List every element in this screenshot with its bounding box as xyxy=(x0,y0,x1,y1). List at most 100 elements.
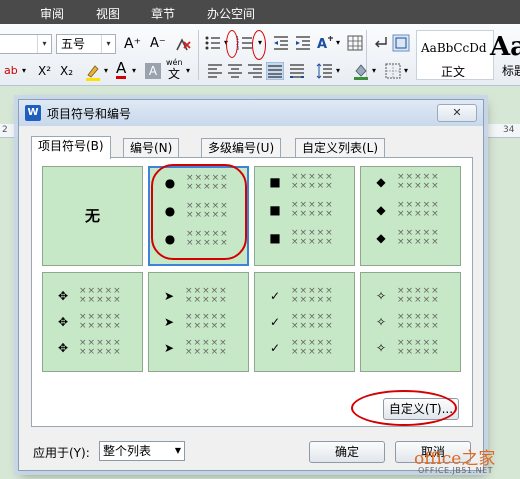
subscript-button[interactable]: X₂ xyxy=(60,62,73,80)
placeholder-text: ××××× ××××× xyxy=(397,338,440,357)
style-heading[interactable]: Aa 标题 xyxy=(486,30,520,80)
placeholder-text: ××××× ××××× xyxy=(291,312,334,331)
decrease-indent-icon[interactable] xyxy=(272,34,290,52)
bullet-option-arrowhead[interactable]: ➤ ××××× ××××× ➤ ××××× ××××× ➤ ××××× ××××× xyxy=(148,272,249,372)
placeholder-text: ××××× ××××× xyxy=(185,286,228,305)
bullet-symbol: ✧ xyxy=(375,315,387,329)
bullet-symbol: ◆ xyxy=(376,231,386,245)
show-hide-icon[interactable] xyxy=(392,34,410,52)
bullet-list-icon[interactable] xyxy=(204,34,222,52)
bullet-gallery: 无 ● ××××× ××××× ● ××××× ××××× ● ××××× ××××× ■ ×… xyxy=(31,157,473,427)
bullet-option-none[interactable]: 无 xyxy=(42,166,143,266)
svg-text:A: A xyxy=(317,37,327,52)
tab-custom-list[interactable]: 自定义列表(L) xyxy=(295,138,386,158)
clear-format-icon[interactable] xyxy=(174,36,192,54)
border-icon[interactable] xyxy=(384,62,402,80)
bullet-symbol: ✧ xyxy=(375,289,387,303)
placeholder-text: ××××× ××××× xyxy=(79,286,122,305)
shrink-font-button[interactable]: A⁻ xyxy=(150,35,166,53)
style-normal[interactable]: AaBbCcDd 正文 xyxy=(416,30,494,80)
bullet-none-label: 无 xyxy=(84,207,100,225)
chevron-down-icon[interactable]: ▾ xyxy=(372,62,376,80)
text-direction-icon[interactable]: A xyxy=(316,34,334,52)
increase-indent-icon[interactable] xyxy=(294,34,312,52)
line-break-icon[interactable] xyxy=(372,34,390,52)
bullet-option-square[interactable]: ■ ××××× ××××× ■ ××××× ××××× ■ ××××× ××××× xyxy=(254,166,355,266)
bullet-option-check[interactable]: ✓ ××××× ××××× ✓ ××××× ××××× ✓ ××××× ××××× xyxy=(254,272,355,372)
ruler-number: 34 xyxy=(503,125,515,135)
placeholder-text: ××××× ××××× xyxy=(291,200,334,219)
annotation-circle xyxy=(252,30,266,60)
bullet-symbol: ➤ xyxy=(163,315,175,329)
dialog-titlebar[interactable]: W 项目符号和编号 ✕ xyxy=(19,100,483,126)
chevron-down-icon[interactable]: ▾ xyxy=(104,62,108,80)
bullet-symbol: ✓ xyxy=(269,315,281,329)
placeholder-text: ××××× ××××× xyxy=(185,312,228,331)
table-icon[interactable] xyxy=(346,34,364,52)
chevron-down-icon[interactable]: ▾ xyxy=(186,62,190,80)
tab-bullets[interactable]: 项目符号(B) xyxy=(31,136,111,159)
placeholder-text: ××××× ××××× xyxy=(397,228,440,247)
menu-view[interactable]: 视图 xyxy=(96,5,120,22)
ruler-number: 2 xyxy=(2,125,8,135)
bullet-symbol: ■ xyxy=(269,175,281,189)
placeholder-text: ××××× ××××× xyxy=(397,312,440,331)
chevron-down-icon[interactable]: ▾ xyxy=(336,34,340,52)
menu-chapter[interactable]: 章节 xyxy=(151,5,175,22)
bullet-option-diamond[interactable]: ◆ ××××× ××××× ◆ ××××× ××××× ◆ ××××× ××××× xyxy=(360,166,461,266)
annotation-circle xyxy=(226,30,238,58)
distributed-icon[interactable] xyxy=(288,62,306,80)
bullet-option-star[interactable]: ✧ ××××× ××××× ✧ ××××× ××××× ✧ ××××× ××××× xyxy=(360,272,461,372)
tab-multilevel[interactable]: 多级编号(U) xyxy=(201,138,282,158)
placeholder-text: ××××× ××××× xyxy=(79,312,122,331)
wps-writer-icon: W xyxy=(25,105,41,121)
placeholder-text: ××××× ××××× xyxy=(397,172,440,191)
style-heading-label: 标题 xyxy=(502,64,520,78)
bullet-symbol: ■ xyxy=(269,203,281,217)
apply-to-select[interactable]: 整个列表 ▼ xyxy=(99,441,185,461)
placeholder-text: ××××× ××××× xyxy=(185,338,228,357)
font-size-combo[interactable]: 五号 ▾ xyxy=(56,34,116,54)
grow-font-button[interactable]: A⁺ xyxy=(124,35,141,53)
bullet-symbol: ➤ xyxy=(163,289,175,303)
highlight-icon[interactable] xyxy=(84,63,102,81)
char-shading-button[interactable]: A xyxy=(145,63,161,79)
chevron-down-icon[interactable]: ▾ xyxy=(132,62,136,80)
text-effect-button[interactable]: ab xyxy=(4,62,18,80)
close-button[interactable]: ✕ xyxy=(437,104,477,122)
font-size-value: 五号 xyxy=(61,37,86,51)
bullet-symbol: ✥ xyxy=(57,289,69,303)
apply-to-value: 整个列表 xyxy=(103,444,152,458)
phonetic-guide-top[interactable]: wén xyxy=(166,58,183,67)
tab-numbering[interactable]: 编号(N) xyxy=(123,138,180,158)
align-right-icon[interactable] xyxy=(246,62,264,80)
bullet-symbol: ■ xyxy=(269,231,281,245)
menu-review[interactable]: 审阅 xyxy=(40,5,64,22)
placeholder-text: ××××× ××××× xyxy=(291,286,334,305)
bullet-symbol: ✧ xyxy=(375,341,387,355)
font-color-button[interactable]: A xyxy=(116,61,127,79)
chevron-down-icon[interactable]: ▼ xyxy=(175,442,181,460)
chevron-down-icon[interactable]: ▾ xyxy=(101,35,115,53)
chevron-down-icon[interactable]: ▾ xyxy=(22,62,26,80)
phonetic-guide-button[interactable]: 文 xyxy=(168,67,180,81)
shading-icon[interactable] xyxy=(352,62,370,80)
superscript-button[interactable]: X² xyxy=(38,62,51,80)
chevron-down-icon[interactable]: ▾ xyxy=(37,35,51,53)
chevron-down-icon[interactable]: ▾ xyxy=(404,62,408,80)
align-center-icon[interactable] xyxy=(226,62,244,80)
justify-icon[interactable] xyxy=(266,62,284,80)
ok-button[interactable]: 确定 xyxy=(309,441,385,463)
align-left-icon[interactable] xyxy=(206,62,224,80)
placeholder-text: ××××× ××××× xyxy=(291,338,334,357)
dialog-title: 项目符号和编号 xyxy=(47,107,132,121)
line-spacing-icon[interactable] xyxy=(316,62,334,80)
placeholder-text: ××××× ××××× xyxy=(291,228,334,247)
font-name-combo[interactable]: ▾ xyxy=(0,34,52,54)
watermark-url: OFFICE.JB51.NET xyxy=(418,466,494,475)
bullet-option-four-diamond[interactable]: ✥ ××××× ××××× ✥ ××××× ××××× ✥ ××××× ××××× xyxy=(42,272,143,372)
menu-office-space[interactable]: 办公空间 xyxy=(207,5,255,22)
placeholder-text: ××××× ××××× xyxy=(291,172,334,191)
chevron-down-icon[interactable]: ▾ xyxy=(336,62,340,80)
bullet-symbol: ✥ xyxy=(57,341,69,355)
